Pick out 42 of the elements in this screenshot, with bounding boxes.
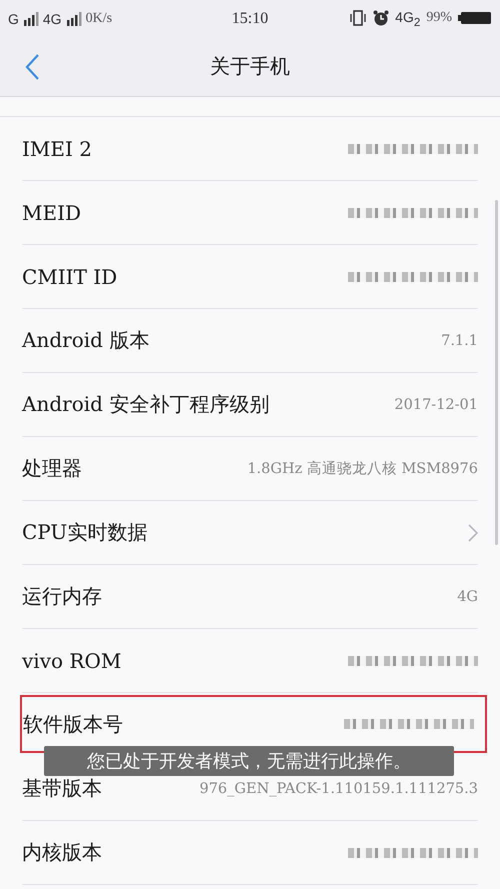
signal-icon <box>22 12 39 26</box>
settings-row[interactable]: MEID <box>22 181 478 245</box>
vibrate-icon <box>349 10 368 26</box>
developer-mode-toast: 您已处于开发者模式，无需进行此操作。 <box>44 746 454 776</box>
chevron-icon <box>468 524 478 542</box>
signal-icon <box>66 12 82 26</box>
row-label: 软件版本号 <box>23 710 123 738</box>
battery-icon <box>458 11 492 26</box>
row-label: 处理器 <box>22 455 82 482</box>
settings-row[interactable]: vivo ROM <box>22 629 478 693</box>
row-label: vivo ROM <box>22 648 122 672</box>
settings-row[interactable]: 内核版本 <box>22 821 478 885</box>
settings-row[interactable]: Android 安全补丁程序级别 2017-12-01 <box>22 373 478 437</box>
network-speed: 0K/s <box>86 10 112 26</box>
row-label: 内核版本 <box>22 839 102 866</box>
alarm-icon <box>373 10 390 26</box>
row-value: 1.8GHz 高通骁龙八核 MSM8976 <box>247 460 478 478</box>
page-title: 关于手机 <box>210 53 290 80</box>
sim-label: G <box>8 10 19 26</box>
settings-row[interactable]: IMEI 2 <box>22 117 478 181</box>
settings-row[interactable]: 处理器 1.8GHz 高通骁龙八核 MSM8976 <box>22 437 478 501</box>
settings-row[interactable]: Android 版本 7.1.1 <box>22 309 478 373</box>
row-label: 运行内存 <box>22 583 102 610</box>
network-label: 4G$_{2}$ <box>395 8 420 28</box>
settings-row[interactable]: CMIIT ID <box>22 245 478 309</box>
row-label: Android 安全补丁程序级别 <box>22 391 270 418</box>
row-label: IMEI 2 <box>22 136 92 160</box>
sim-label: 4G <box>42 10 62 26</box>
settings-row[interactable]: 运行内存 4G <box>22 565 478 629</box>
row-label: CMIIT ID <box>22 264 118 288</box>
row-value: 4G <box>457 588 478 604</box>
row-label: MEID <box>22 200 82 224</box>
row-value: 7.1.1 <box>441 332 478 348</box>
row-label: CPU实时数据 <box>22 519 148 546</box>
row-value: 976_GEN_PACK-1.110159.1.111275.3 <box>199 780 478 796</box>
settings-row[interactable]: CPU实时数据 <box>22 501 478 565</box>
back-icon[interactable] <box>24 53 40 81</box>
row-label: 基带版本 <box>22 775 102 802</box>
row-value: 2017-12-01 <box>394 396 478 412</box>
battery-percent: 99% <box>426 10 452 26</box>
row-label: Android 版本 <box>22 327 150 354</box>
clock: 15:10 <box>232 10 268 28</box>
